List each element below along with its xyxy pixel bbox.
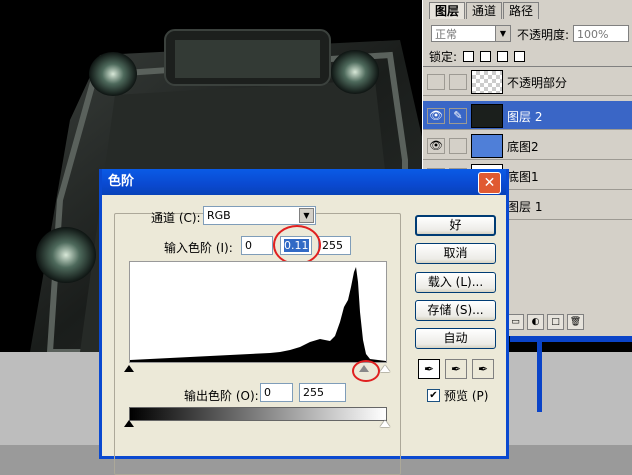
tab-paths[interactable]: 路径 (503, 2, 540, 19)
opacity-label: 不透明度: (517, 28, 570, 42)
annotation-circle (273, 225, 321, 265)
new-layer-icon[interactable]: □ (547, 314, 564, 330)
gray-eyedropper-icon[interactable]: ✒ (445, 359, 467, 379)
output-levels-label: 输出色阶 (O): (184, 389, 259, 403)
chevron-down-icon: ▼ (299, 208, 314, 223)
eye-icon[interactable]: 👁 (427, 138, 445, 154)
input-white-field[interactable]: 255 (318, 236, 351, 255)
window-border (510, 336, 632, 342)
layers-panel-toolbar: ▭ ◐ □ 🗑 (507, 314, 631, 332)
channel-value: RGB (207, 209, 231, 222)
blend-mode-value: 正常 (435, 28, 457, 41)
layer-name: 不透明部分 (507, 76, 568, 90)
adjustment-layer-icon[interactable]: ◐ (527, 314, 544, 330)
output-slider[interactable] (124, 420, 390, 428)
preview-checkbox[interactable]: ✔ (427, 389, 440, 402)
save-button[interactable]: 存储 (S)... (415, 300, 496, 321)
output-black-handle[interactable] (124, 420, 134, 427)
histogram (129, 261, 387, 363)
white-eyedropper-icon[interactable]: ✒ (472, 359, 494, 379)
input-black-field[interactable]: 0 (241, 236, 273, 255)
lock-position-checkbox[interactable] (497, 51, 509, 62)
lock-image-checkbox[interactable] (480, 51, 492, 62)
histogram-plot (130, 267, 386, 362)
levels-dialog: 色阶 ✕ 通道 (C): RGB ▼ 输入色阶 (I): 0 0.11 255 … (99, 169, 509, 475)
layer-row-selected[interactable]: 👁 ✎ 图层 2 (423, 101, 632, 130)
link-toggle[interactable] (449, 74, 467, 90)
close-button[interactable]: ✕ (478, 172, 501, 194)
chevron-down-icon: ▼ (495, 26, 510, 41)
preview-option[interactable]: ✔ 预览 (P) (427, 387, 488, 404)
layer-name: 底图2 (507, 140, 539, 154)
eye-icon[interactable]: 👁 (427, 108, 445, 124)
opacity-field[interactable]: 100% (573, 25, 629, 42)
layer-thumbnail (471, 70, 503, 94)
channel-label: 通道 (C): (151, 211, 201, 225)
layer-row[interactable]: 不透明部分 (423, 67, 632, 96)
layer-thumbnail (471, 134, 503, 158)
preview-label: 预览 (P) (444, 389, 489, 403)
white-point-handle[interactable] (380, 365, 390, 372)
output-black-field[interactable]: 0 (260, 383, 293, 402)
dialog-title: 色阶 (108, 174, 135, 189)
black-eyedropper-icon[interactable]: ✒ (418, 359, 440, 379)
layer-name: 图层 2 (507, 110, 543, 124)
brush-icon: ✎ (449, 108, 467, 124)
output-white-field[interactable]: 255 (299, 383, 346, 402)
annotation-circle (352, 360, 380, 382)
layer-name: 底图1 (507, 170, 539, 184)
ok-button[interactable]: 好 (415, 215, 496, 236)
output-white-handle[interactable] (380, 420, 390, 427)
dialog-titlebar[interactable]: 色阶 (102, 169, 506, 195)
lock-transparency-checkbox[interactable] (463, 51, 475, 62)
trash-icon[interactable]: 🗑 (567, 314, 584, 330)
cancel-button[interactable]: 取消 (415, 243, 496, 264)
lock-label: 锁定: (429, 50, 458, 64)
lock-all-checkbox[interactable] (514, 51, 526, 62)
lock-row: 锁定: (429, 48, 526, 65)
layer-row[interactable]: 👁 底图2 (423, 131, 632, 160)
layer-thumbnail (471, 104, 503, 128)
window-border (537, 336, 542, 412)
layer-name: 图层 1 (507, 200, 543, 214)
input-slider[interactable] (124, 365, 390, 373)
output-gradient (129, 407, 387, 421)
link-toggle[interactable] (449, 138, 467, 154)
load-button[interactable]: 载入 (L)... (415, 272, 496, 293)
black-point-handle[interactable] (124, 365, 134, 372)
input-levels-label: 输入色阶 (I): (164, 241, 233, 255)
new-group-icon[interactable]: ▭ (507, 314, 524, 330)
tab-channels[interactable]: 通道 (466, 2, 503, 19)
auto-button[interactable]: 自动 (415, 328, 496, 349)
channel-select[interactable]: RGB ▼ (203, 206, 316, 225)
visibility-toggle[interactable] (427, 74, 445, 90)
tab-layers[interactable]: 图层 (429, 2, 466, 19)
layers-panel-tabs: 图层 通道 路径 (429, 2, 540, 20)
blend-mode-select[interactable]: 正常 ▼ (431, 25, 511, 42)
